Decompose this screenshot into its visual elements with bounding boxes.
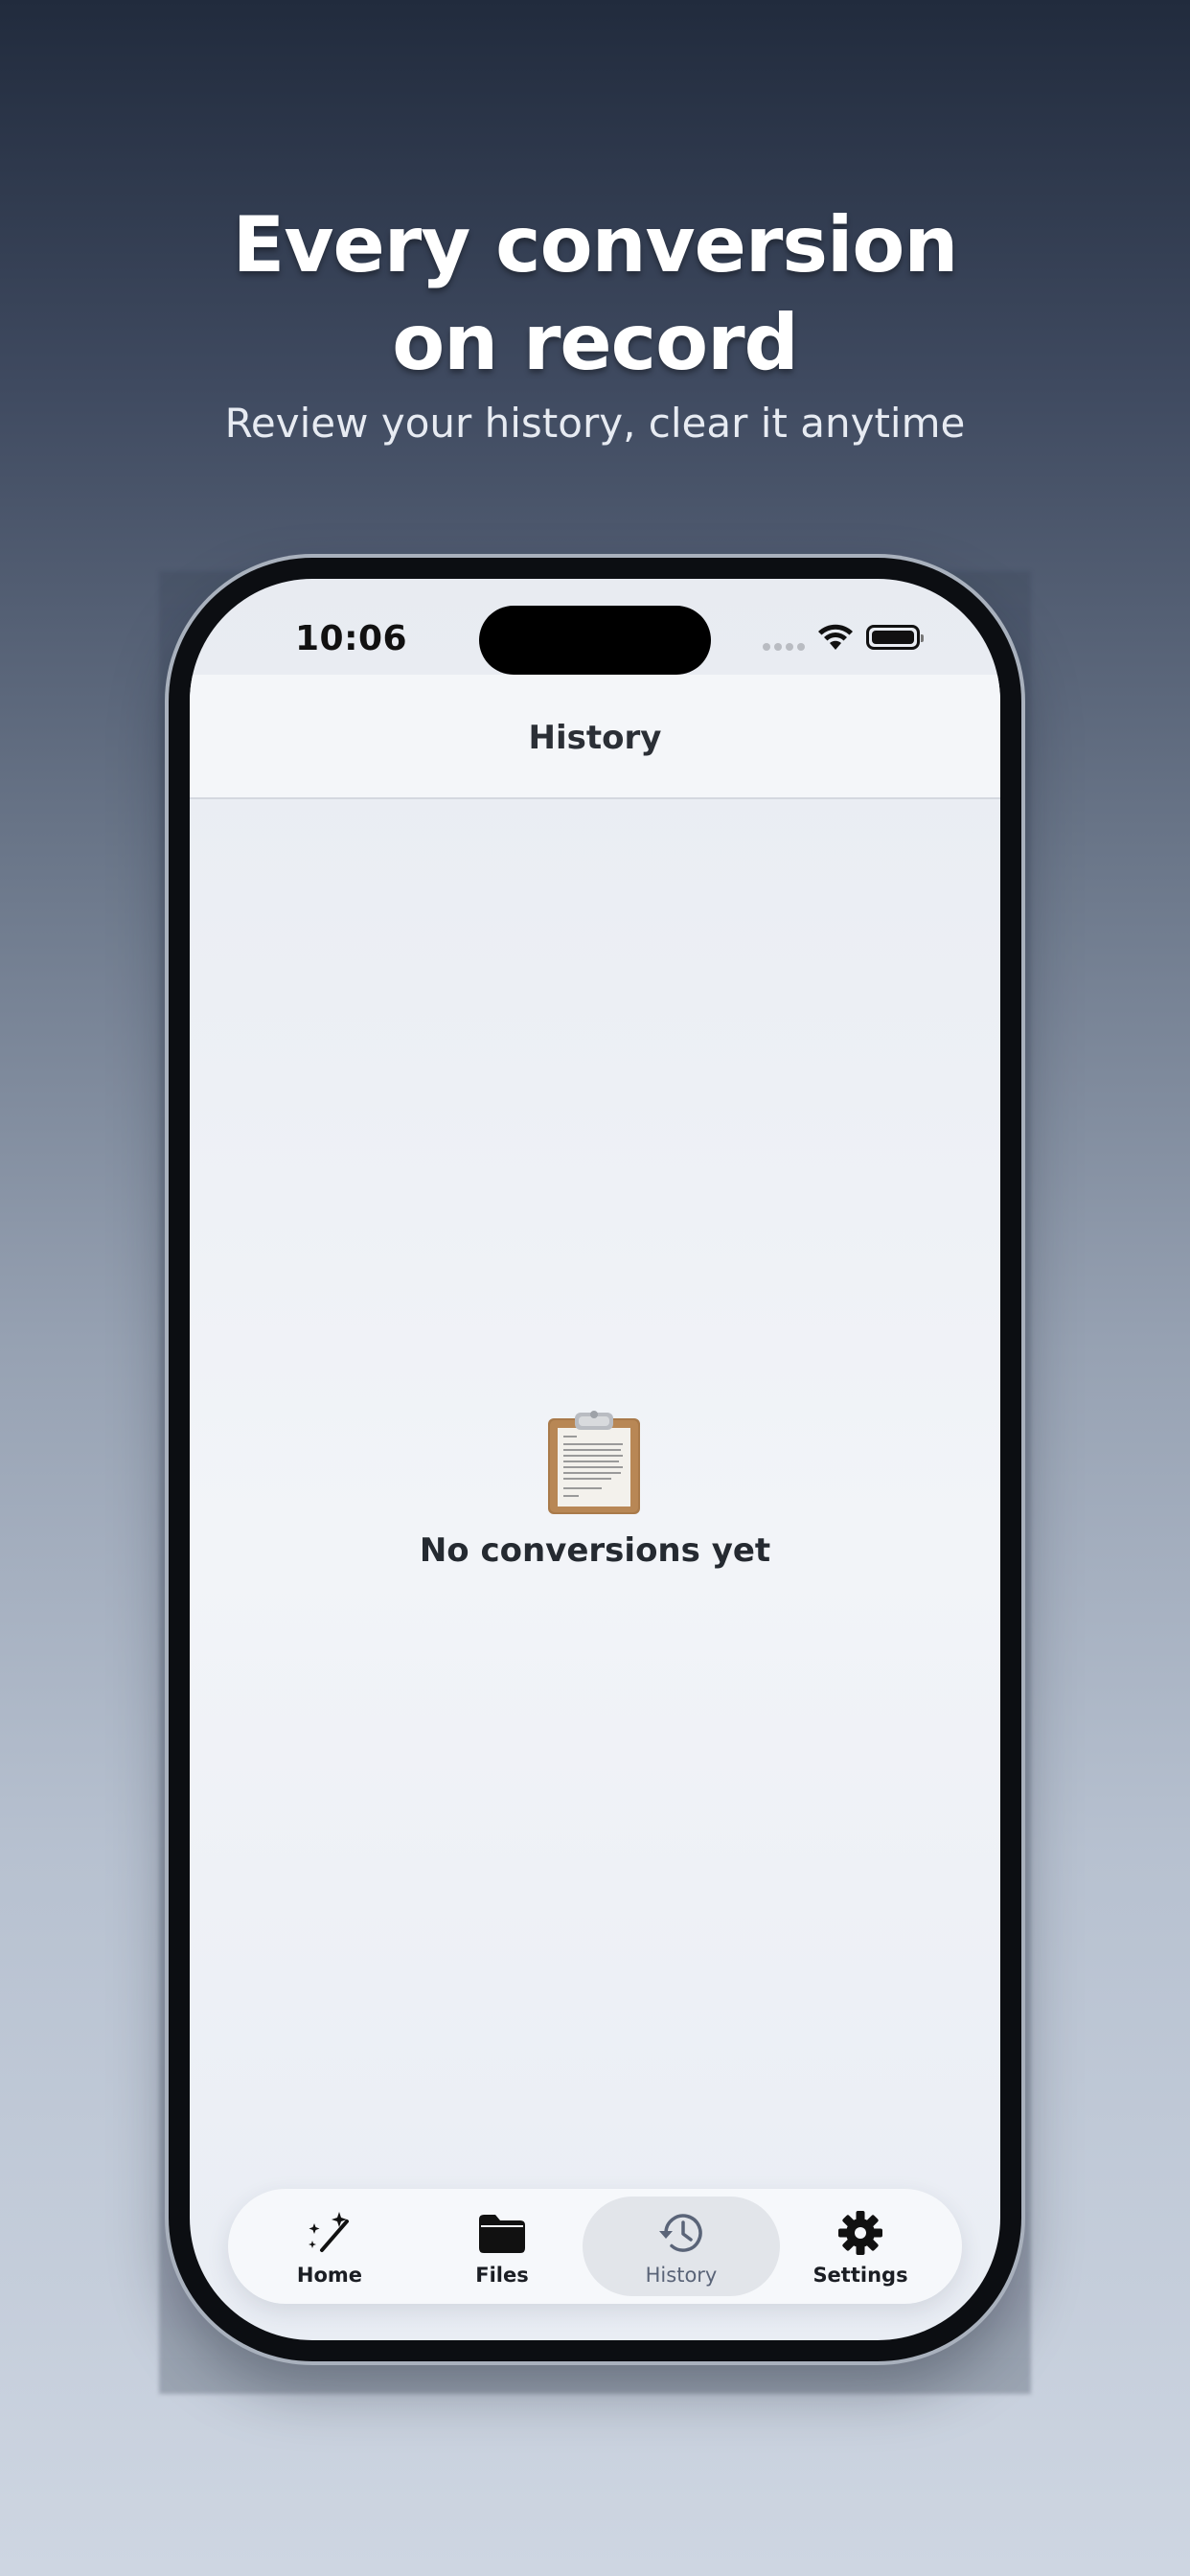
battery-icon — [866, 625, 924, 650]
gear-icon — [838, 2211, 882, 2255]
tab-settings-label: Settings — [812, 2264, 908, 2287]
empty-state-message: No conversions yet — [419, 1531, 771, 1570]
tab-settings[interactable]: Settings — [774, 2196, 947, 2296]
promo-headline-line2: on record — [392, 298, 799, 387]
phone-screen: 10:06 History No conversions yet Home Fi… — [190, 579, 1000, 2340]
wifi-icon — [818, 624, 853, 650]
tab-home[interactable]: Home — [243, 2196, 416, 2296]
clipboard-icon — [548, 1411, 640, 1514]
navigation-bar: History — [190, 675, 1000, 799]
tab-files-label: Files — [475, 2264, 529, 2287]
cellular-signal-icon — [763, 643, 805, 651]
phone-frame: 10:06 History No conversions yet Home Fi… — [169, 558, 1021, 2361]
history-clock-icon — [659, 2214, 702, 2252]
tab-files[interactable]: Files — [416, 2196, 588, 2296]
tab-bar: Home Files History Settings — [228, 2189, 962, 2304]
tab-history-label: History — [645, 2264, 718, 2287]
promo-subheadline: Review your history, clear it anytime — [224, 400, 966, 447]
dynamic-island — [479, 606, 711, 675]
tab-home-label: Home — [296, 2264, 363, 2287]
promo-headline: Every conversion on record — [0, 196, 1190, 392]
promo-headline-line1: Every conversion — [232, 200, 959, 289]
page-title: History — [528, 719, 662, 757]
folder-icon — [479, 2215, 525, 2253]
tab-history[interactable]: History — [583, 2196, 780, 2296]
magic-wand-icon — [309, 2212, 349, 2252]
status-time: 10:06 — [295, 619, 408, 658]
